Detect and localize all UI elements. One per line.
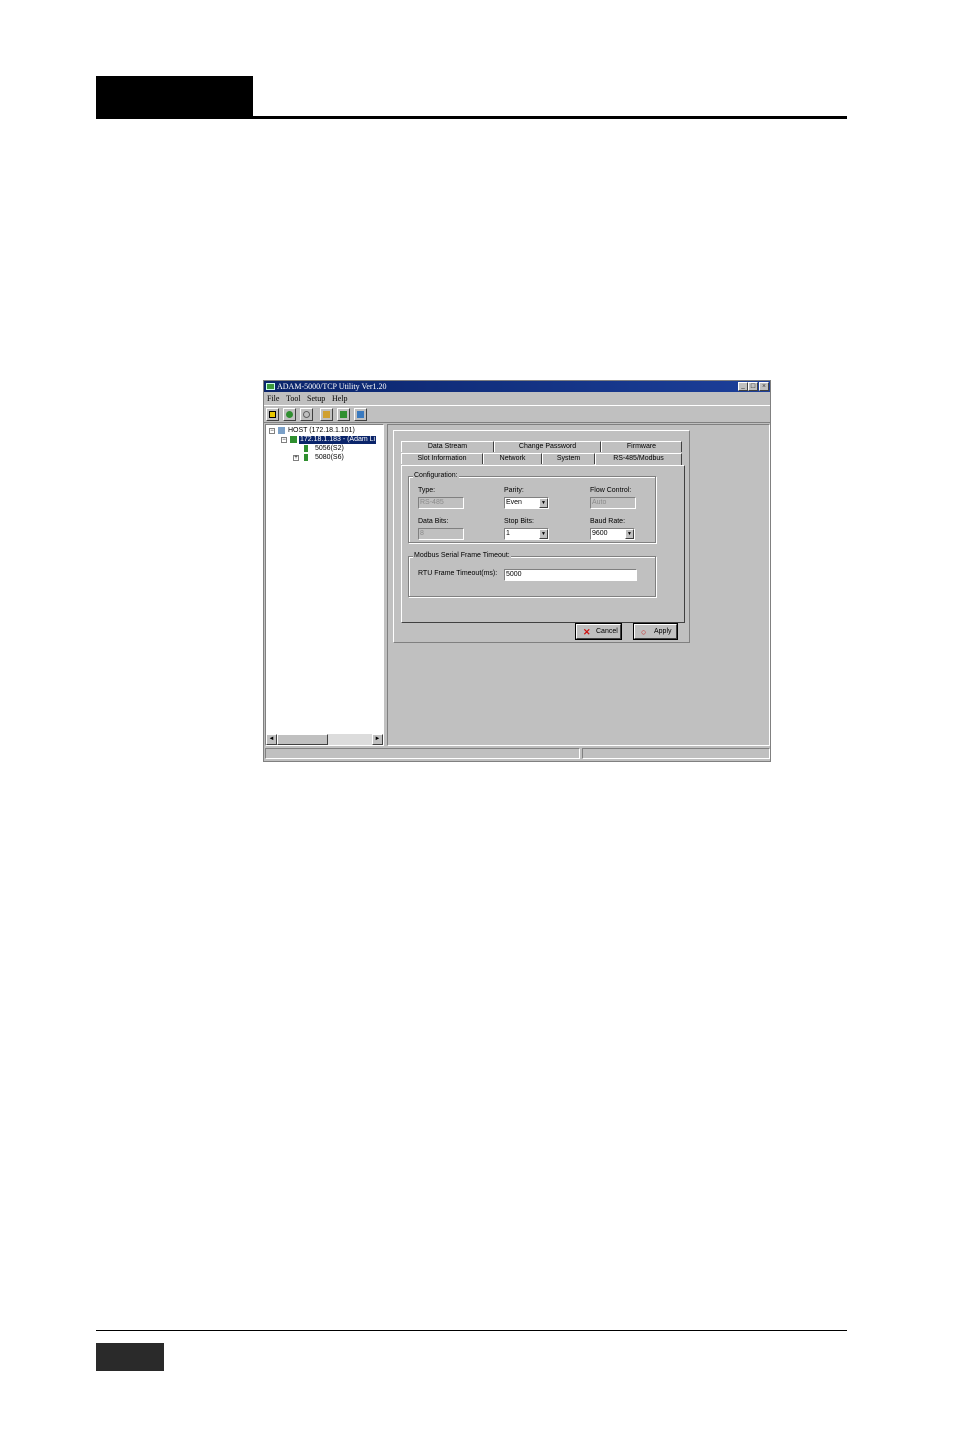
settings-panel: Data Stream Change Password Firmware Slo… — [393, 430, 690, 643]
header-rule — [96, 116, 847, 119]
tab-slot-information[interactable]: Slot Information — [401, 453, 483, 464]
footer-block — [96, 1343, 164, 1371]
data-bits-label: Data Bits: — [418, 518, 449, 525]
baud-rate-value: 9600 — [592, 530, 608, 537]
tree-node-host[interactable]: HOST (172.18.1.101) — [288, 427, 355, 435]
status-pane-left — [265, 748, 580, 759]
tab-network[interactable]: Network — [483, 453, 542, 464]
parity-select[interactable]: Even ▼ — [504, 497, 549, 509]
toolbar — [264, 405, 770, 423]
device-icon — [290, 436, 297, 443]
find-button[interactable] — [300, 408, 313, 421]
flow-control-field: Auto — [590, 497, 636, 509]
module-icon — [304, 445, 308, 452]
exit-button[interactable] — [266, 408, 279, 421]
rtu-timeout-label: RTU Frame Timeout(ms): — [418, 570, 498, 577]
apply-icon: ○ — [641, 627, 647, 637]
connect-icon — [340, 411, 347, 418]
computer-icon — [278, 427, 285, 434]
scroll-thumb[interactable] — [277, 734, 328, 745]
tree-node-module[interactable]: 5056(S2) — [315, 445, 344, 453]
tree-node-module[interactable]: 5080(S6) — [315, 454, 344, 462]
find-icon — [303, 411, 310, 418]
cancel-icon: ✕ — [583, 627, 591, 637]
monitor-button[interactable] — [354, 408, 367, 421]
modbus-timeout-group: Modbus Serial Frame Timeout: RTU Frame T… — [408, 552, 656, 597]
stop-bits-select[interactable]: 1 ▼ — [504, 528, 549, 540]
tree-toggle-device[interactable]: − — [281, 437, 287, 443]
tab-rs485-modbus[interactable]: RS-485/Modbus — [595, 453, 682, 465]
stop-bits-value: 1 — [506, 530, 510, 537]
cancel-button[interactable]: ✕ Cancel — [576, 624, 621, 639]
print-button[interactable] — [320, 408, 333, 421]
title-bar: ADAM-5000/TCP Utility Ver1.20 _ □ × — [264, 381, 770, 392]
apply-button[interactable]: ○ Apply — [634, 624, 677, 639]
flow-control-label: Flow Control: — [590, 487, 632, 494]
menu-file[interactable]: File — [267, 393, 279, 404]
stop-bits-label: Stop Bits: — [504, 518, 534, 525]
configuration-group: Configuration: Type: RS-485 Parity: Even… — [408, 472, 656, 543]
header-block — [96, 76, 253, 118]
scroll-right-icon[interactable]: ► — [372, 734, 383, 745]
tree-node-device[interactable]: 172.18.1.183 - (Adam Li — [299, 436, 377, 444]
tree-toggle-host[interactable]: − — [269, 428, 275, 434]
connect-button[interactable] — [337, 408, 350, 421]
utility-window: ADAM-5000/TCP Utility Ver1.20 _ □ × File… — [263, 380, 771, 762]
tab-change-password[interactable]: Change Password — [494, 441, 601, 452]
tab-firmware[interactable]: Firmware — [601, 441, 682, 452]
data-bits-field: 8 — [418, 528, 464, 540]
device-tree[interactable]: − HOST (172.18.1.101) − 172.18.1.183 - (… — [265, 424, 384, 746]
tree-horizontal-scrollbar[interactable]: ◄ ► — [266, 734, 383, 745]
cancel-button-label: Cancel — [596, 628, 618, 635]
close-button[interactable]: × — [759, 382, 769, 391]
parity-label: Parity: — [504, 487, 524, 494]
module-icon — [304, 454, 308, 461]
status-pane-right — [582, 748, 770, 759]
tab-system[interactable]: System — [542, 453, 595, 464]
footer-rule — [96, 1330, 847, 1331]
status-bar — [264, 747, 770, 761]
monitor-icon — [357, 411, 364, 418]
type-label: Type: — [418, 487, 436, 494]
exit-icon — [269, 411, 276, 418]
tab-content-rs485: Configuration: Type: RS-485 Parity: Even… — [401, 465, 685, 623]
baud-rate-label: Baud Rate: — [590, 518, 626, 525]
rtu-timeout-input[interactable]: 5000 — [504, 569, 637, 581]
menu-help[interactable]: Help — [332, 393, 348, 404]
parity-value: Even — [506, 499, 522, 506]
menu-setup[interactable]: Setup — [307, 393, 325, 404]
maximize-button[interactable]: □ — [748, 382, 758, 391]
tree-toggle-module[interactable]: + — [293, 455, 299, 461]
content-pane: Data Stream Change Password Firmware Slo… — [387, 424, 770, 746]
minimize-button[interactable]: _ — [738, 382, 748, 391]
scroll-left-icon[interactable]: ◄ — [266, 734, 277, 745]
app-icon — [266, 383, 275, 390]
search-network-icon — [286, 411, 293, 418]
apply-button-label: Apply — [654, 628, 672, 635]
baud-rate-select[interactable]: 9600 ▼ — [590, 528, 635, 540]
chevron-down-icon[interactable]: ▼ — [625, 529, 634, 539]
chevron-down-icon[interactable]: ▼ — [539, 529, 548, 539]
menu-tool[interactable]: Tool — [286, 393, 301, 404]
configuration-group-label: Configuration: — [413, 472, 459, 480]
tab-data-stream[interactable]: Data Stream — [401, 441, 494, 452]
modbus-timeout-group-label: Modbus Serial Frame Timeout: — [413, 552, 511, 560]
window-title: ADAM-5000/TCP Utility Ver1.20 — [277, 382, 387, 391]
print-icon — [323, 411, 330, 418]
menu-bar: File Tool Setup Help — [264, 393, 770, 404]
type-field: RS-485 — [418, 497, 464, 509]
search-network-button[interactable] — [283, 408, 296, 421]
chevron-down-icon[interactable]: ▼ — [539, 498, 548, 508]
